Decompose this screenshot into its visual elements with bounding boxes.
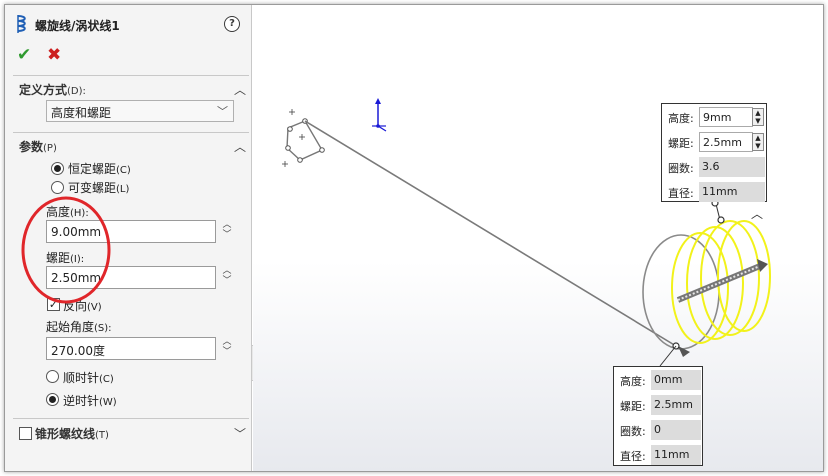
parameters-section-title[interactable]: 参数(P)	[19, 138, 57, 155]
callout-key: 螺距:	[668, 137, 694, 150]
close-icon[interactable]: ✖	[47, 45, 61, 65]
definition-section-title[interactable]: 定义方式(D):	[19, 81, 86, 98]
constant-pitch-label: 恒定螺距(C)	[68, 162, 131, 176]
callout-value: 0mm	[651, 370, 701, 390]
divider	[13, 132, 249, 133]
pitch-label: 螺距(I):	[46, 251, 85, 265]
definition-title: 定义方式	[19, 83, 68, 97]
divider	[13, 418, 249, 419]
callout-key: 圈数:	[620, 425, 646, 438]
callout-row: 直径: 11mm	[614, 442, 702, 467]
callout-pitch-spinner[interactable]: ▲ ▼	[752, 133, 764, 151]
reverse-checkbox[interactable]: ✓	[47, 298, 60, 311]
help-icon[interactable]: ?	[224, 16, 240, 32]
callout-value: 11mm	[699, 182, 765, 202]
callout-row: 高度: 9mm ▲ ▼	[662, 104, 766, 129]
callout-value: 0	[651, 420, 701, 440]
helix-icon	[17, 15, 26, 33]
callout-row: 圈数: 3.6	[662, 154, 766, 179]
callout-top: 高度: 9mm ▲ ▼ 螺距: 2.5mm ▲ ▼ 圈数: 3.6 直径: 11mm	[661, 103, 767, 202]
callout-height-spinner[interactable]: ▲ ▼	[752, 108, 764, 126]
clockwise-radio[interactable]	[46, 370, 59, 383]
parameters-shortcut: (P)	[43, 143, 57, 154]
height-label: 高度(H):	[46, 205, 89, 219]
start-angle-input[interactable]: 270.00度	[46, 337, 216, 360]
callout-key: 圈数:	[668, 162, 694, 175]
graphics-area[interactable]	[253, 5, 823, 471]
callout-pitch-input[interactable]: 2.5mm	[699, 132, 753, 152]
reverse-label: 反向(V)	[63, 299, 102, 313]
callout-key: 直径:	[620, 450, 646, 463]
callout-row: 高度: 0mm	[614, 367, 702, 392]
check-icon[interactable]: ✔	[17, 45, 31, 65]
chevron-up-icon[interactable]: ︿	[751, 205, 763, 222]
chevron-down-icon[interactable]: ﹀	[234, 425, 246, 442]
feature-title: 螺旋线/涡状线1	[35, 19, 120, 33]
callout-value: 2.5mm	[651, 395, 701, 415]
callout-key: 直径:	[668, 187, 694, 200]
height-spinner[interactable]: ︿ ﹀	[220, 220, 234, 243]
callout-value: 3.6	[699, 157, 765, 177]
counterclockwise-label: 逆时针(W)	[63, 394, 117, 408]
definition-shortcut: (D):	[67, 86, 86, 97]
variable-pitch-radio[interactable]	[51, 181, 64, 194]
divider	[13, 75, 249, 76]
pitch-input[interactable]: 2.50mm	[46, 266, 216, 289]
chevron-up-icon[interactable]: ︿	[234, 81, 246, 98]
callout-key: 高度:	[620, 375, 646, 388]
chevron-up-icon[interactable]: ︿	[234, 138, 246, 155]
callout-row: 螺距: 2.5mm ▲ ▼	[662, 129, 766, 154]
callout-key: 高度:	[668, 112, 694, 125]
callout-bottom: 高度: 0mm 螺距: 2.5mm 圈数: 0 直径: 11mm	[613, 366, 703, 466]
definition-selected: 高度和螺距	[51, 106, 112, 120]
start-angle-spinner[interactable]: ︿ ﹀	[220, 337, 234, 360]
clockwise-label: 顺时针(C)	[63, 371, 114, 385]
start-angle-label: 起始角度(S):	[46, 320, 112, 334]
property-manager: 螺旋线/涡状线1 ? ✔ ✖ 定义方式(D): ︿ 高度和螺距 ﹀ 参数(P) …	[5, 5, 252, 471]
counterclockwise-radio[interactable]	[46, 393, 59, 406]
chevron-down-icon: ﹀	[217, 105, 228, 118]
variable-pitch-label: 可变螺距(L)	[68, 181, 130, 195]
definition-select[interactable]: 高度和螺距 ﹀	[46, 100, 234, 122]
feature-title-bar: 螺旋线/涡状线1 ?	[5, 5, 252, 41]
callout-key: 螺距:	[620, 400, 646, 413]
taper-checkbox[interactable]	[19, 427, 32, 440]
callout-row: 螺距: 2.5mm	[614, 392, 702, 417]
parameters-title: 参数	[19, 140, 44, 154]
callout-row: 直径: 11mm	[662, 179, 766, 204]
callout-value: 11mm	[651, 445, 701, 465]
height-input[interactable]: 9.00mm	[46, 220, 216, 243]
callout-height-input[interactable]: 9mm	[699, 107, 753, 127]
pitch-spinner[interactable]: ︿ ﹀	[220, 266, 234, 289]
callout-row: 圈数: 0	[614, 417, 702, 442]
constant-pitch-radio[interactable]	[51, 162, 64, 175]
taper-label[interactable]: 锥形螺纹线(T)	[35, 425, 109, 442]
